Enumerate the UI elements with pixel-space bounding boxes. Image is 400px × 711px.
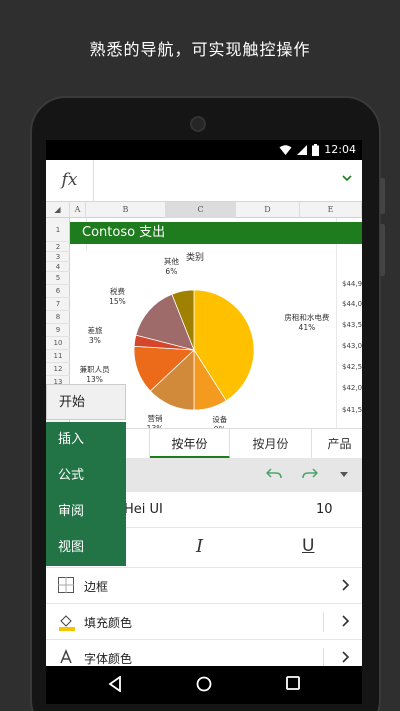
slice-name: 差旅	[87, 326, 103, 336]
tab-by-year[interactable]: 按年份	[150, 429, 230, 459]
front-camera	[190, 116, 206, 132]
pie-slice-label: 营销13%	[131, 414, 179, 428]
formula-bar: fx	[46, 160, 362, 202]
cell-value[interactable]: $42,5	[342, 363, 362, 371]
undo-icon[interactable]	[266, 467, 282, 481]
borders-row[interactable]: 边框	[46, 568, 362, 604]
slice-name: 税费	[109, 287, 125, 297]
select-all-corner[interactable]: ◢	[46, 202, 70, 218]
menu-item-insert[interactable]: 插入	[46, 422, 126, 458]
slice-name: 房租和水电费	[284, 313, 330, 323]
slice-percent: 15%	[109, 297, 126, 307]
redo-icon[interactable]	[302, 467, 318, 481]
cell-value[interactable]: $42,0	[342, 384, 362, 392]
battery-icon	[312, 143, 320, 156]
pie-slice-label: 设备9%	[196, 415, 244, 428]
tab-by-month[interactable]: 按月份	[230, 429, 312, 459]
cell-value[interactable]: $41,5	[342, 406, 362, 414]
clock: 12:04	[324, 143, 356, 156]
divider	[323, 612, 324, 632]
cell-value[interactable]: $44,0	[342, 300, 362, 308]
tab-product[interactable]: 产品	[312, 429, 362, 459]
slice-percent: 6%	[165, 267, 178, 277]
row-header[interactable]: 2	[46, 242, 70, 252]
row-header[interactable]: 9	[46, 324, 70, 337]
font-name[interactable]: Hei UI	[124, 502, 163, 517]
status-bar: 12:04	[46, 140, 362, 160]
row-header[interactable]: 3	[46, 252, 70, 262]
slice-percent: 41%	[298, 323, 316, 333]
power-button	[380, 224, 385, 276]
column-header[interactable]: D	[236, 202, 300, 218]
wifi-icon	[279, 144, 292, 155]
row-header[interactable]: 12	[46, 363, 70, 376]
row-header[interactable]: 4	[46, 262, 70, 272]
borders-label: 边框	[84, 580, 109, 594]
row-header[interactable]: 11	[46, 350, 70, 363]
menu-item-review[interactable]: 审阅	[46, 494, 126, 530]
pie-slice-label: 兼职人员 13%	[71, 365, 119, 385]
ribbon-tab-menu: 开始 插入 公式 审阅 视图	[46, 384, 126, 570]
signal-icon	[297, 144, 308, 155]
font-color-icon	[60, 649, 72, 664]
cell-value[interactable]: $43,5	[342, 321, 362, 329]
column-header[interactable]: A	[70, 202, 86, 218]
pie-slice-label: 房租和水电费 41%	[283, 313, 331, 333]
navigation-bar	[46, 666, 362, 704]
font-color-row[interactable]: 字体颜色	[46, 640, 362, 666]
back-icon[interactable]	[108, 676, 122, 692]
menu-item-formulas[interactable]: 公式	[46, 458, 126, 494]
row-header[interactable]: 1	[46, 218, 70, 242]
fill-color-icon	[59, 615, 75, 631]
cell-value[interactable]: $44,9	[342, 280, 362, 288]
italic-button[interactable]: I	[196, 536, 203, 557]
underline-button[interactable]: U	[302, 536, 314, 556]
slice-name: 兼职人员	[79, 365, 110, 375]
border-icon	[58, 577, 74, 593]
column-header[interactable]: C	[166, 202, 236, 218]
row-header[interactable]: 8	[46, 311, 70, 324]
font-color-label: 字体颜色	[84, 652, 133, 666]
slice-percent: 3%	[89, 336, 101, 346]
slice-name: 营销	[147, 413, 163, 423]
row-header[interactable]: 6	[46, 285, 70, 298]
fill-color-row[interactable]: 填充颜色	[46, 604, 362, 640]
recent-apps-icon[interactable]	[286, 676, 300, 690]
ribbon-dropdown-icon[interactable]	[340, 472, 348, 478]
cell-value[interactable]: $43,0	[342, 342, 362, 350]
fx-button[interactable]: fx	[46, 160, 94, 202]
column-headers: ◢ A B C D E	[46, 202, 362, 218]
column-header[interactable]: E	[300, 202, 362, 218]
device-screen: 12:04 fx ◢ A B C D E 1 2 3 4 5 6 7 8 9 1…	[46, 140, 362, 666]
pie-slice-label: 差旅 3%	[71, 326, 119, 346]
volume-button	[380, 178, 385, 214]
chevron-right-icon[interactable]	[342, 579, 350, 591]
grid-line	[336, 218, 337, 428]
pie-slice-label: 其他 6%	[147, 257, 195, 277]
row-header[interactable]: 5	[46, 272, 70, 285]
slice-name: 设备	[212, 415, 228, 425]
chevron-right-icon[interactable]	[342, 651, 350, 663]
menu-item-home[interactable]: 开始	[46, 384, 126, 420]
divider	[323, 648, 324, 666]
row-header[interactable]: 7	[46, 298, 70, 311]
row-header[interactable]: 10	[46, 337, 70, 350]
menu-item-view[interactable]: 视图	[46, 530, 126, 566]
chevron-right-icon[interactable]	[342, 615, 350, 627]
fill-color-label: 填充颜色	[84, 616, 133, 630]
sheet-title[interactable]: Contoso 支出	[70, 222, 362, 244]
chevron-down-icon[interactable]	[342, 174, 352, 182]
font-size[interactable]: 10	[316, 502, 333, 517]
promo-caption: 熟悉的导航，可实现触控操作	[89, 40, 311, 59]
formula-input[interactable]	[98, 168, 328, 194]
column-header[interactable]: B	[86, 202, 166, 218]
pie-slice-label: 税费 15%	[93, 287, 141, 307]
home-icon[interactable]	[196, 676, 212, 692]
slice-name: 其他	[163, 257, 179, 267]
